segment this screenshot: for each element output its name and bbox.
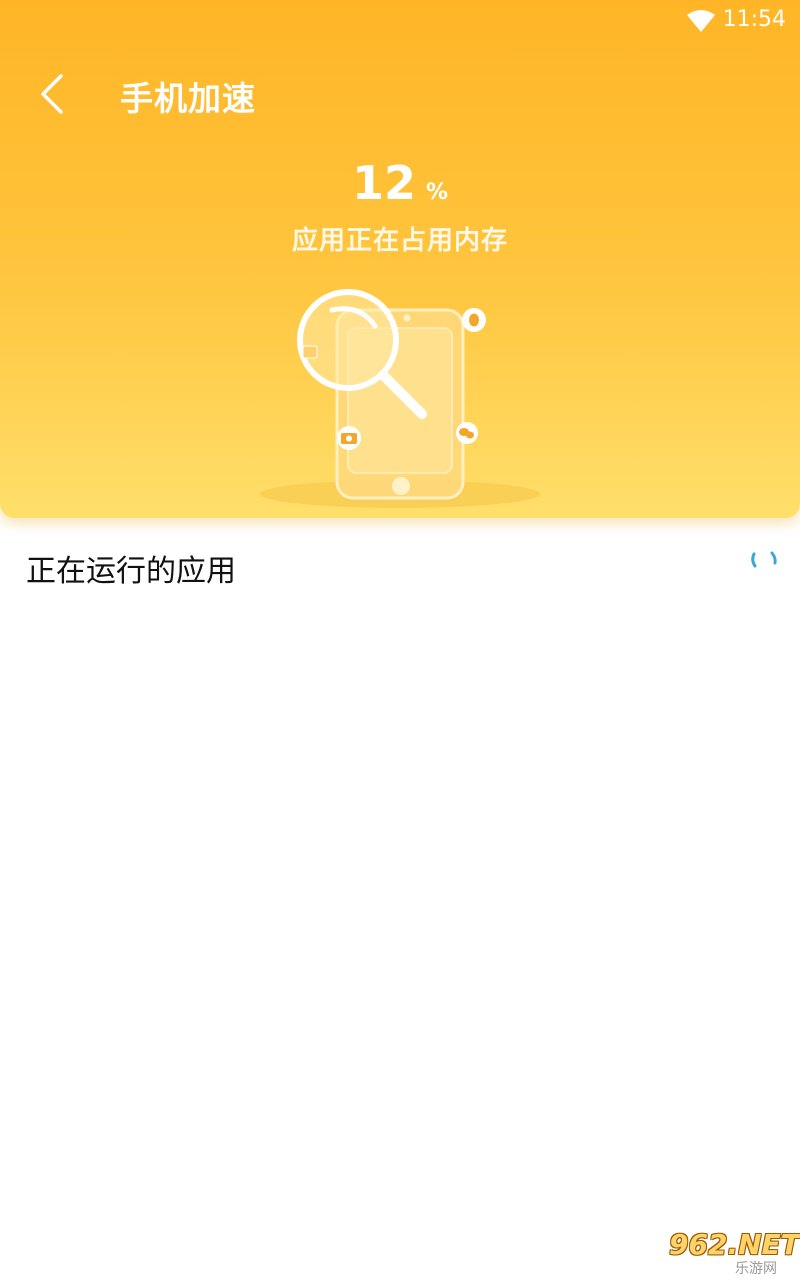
running-apps-heading: 正在运行的应用 <box>26 554 236 589</box>
header-banner: 11:54 手机加速 12% 应用正在占用内存 <box>0 0 800 518</box>
qq-bubble-icon <box>462 308 486 332</box>
camera-bubble-icon <box>337 426 361 450</box>
memory-percent-value: 12 <box>351 156 416 210</box>
status-bar: 11:54 <box>0 0 800 40</box>
percent-symbol: % <box>425 180 449 205</box>
chevron-left-icon <box>41 74 63 114</box>
phone-scan-illustration <box>260 289 540 508</box>
status-time: 11:54 <box>722 7 786 32</box>
memory-usage-caption: 应用正在占用内存 <box>291 226 508 256</box>
back-button[interactable] <box>30 68 74 120</box>
chat-bubble-icon <box>456 422 478 444</box>
loading-spinner-icon <box>751 551 777 568</box>
wifi-icon <box>687 10 715 32</box>
watermark-sub-text: 乐游网 <box>735 1261 777 1277</box>
page-title: 手机加速 <box>120 79 256 118</box>
watermark-logo: 962.NET 乐游网 <box>661 1228 800 1277</box>
memory-usage-readout: 12% <box>0 156 800 210</box>
watermark-main-text: 962.NET <box>669 1228 800 1261</box>
